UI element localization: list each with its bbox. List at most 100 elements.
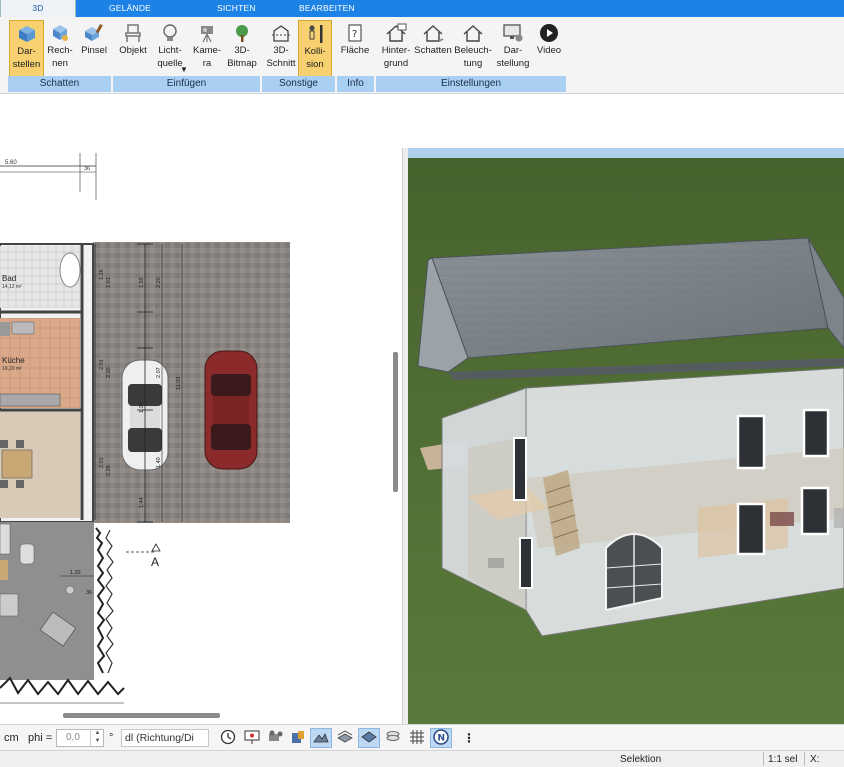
kamera-button[interactable]: Kame- ra bbox=[190, 20, 224, 78]
plane-view-button[interactable] bbox=[358, 728, 380, 748]
paint-bucket-icon bbox=[290, 729, 306, 748]
group-einstellungen: Einstellungen bbox=[376, 76, 567, 92]
area-info-icon: ? bbox=[343, 22, 367, 44]
lichtquelle-label: Licht- quelle bbox=[157, 45, 183, 69]
3d-view[interactable] bbox=[408, 148, 844, 724]
tab-sichten[interactable]: SICHTEN bbox=[217, 0, 256, 17]
camera-move-icon bbox=[268, 729, 284, 748]
lichtquelle-button[interactable]: Licht- quelle ▼ bbox=[152, 20, 188, 78]
hintergrund-button[interactable]: Hinter- grund bbox=[378, 20, 414, 78]
darstellen-label: Dar- stellen bbox=[12, 46, 41, 70]
schatten-button[interactable]: Schatten bbox=[414, 20, 452, 78]
group-info: Info bbox=[337, 76, 375, 92]
pinsel-label: Pinsel bbox=[81, 45, 107, 56]
stepper-down-icon[interactable]: ▼ bbox=[91, 737, 104, 745]
front-window-upper-1 bbox=[736, 414, 766, 470]
camera-move-button[interactable] bbox=[265, 728, 287, 748]
terrain-view-button[interactable] bbox=[310, 728, 332, 748]
dim-3: 2.01 bbox=[99, 359, 105, 370]
phi-stepper[interactable]: ▲ ▼ bbox=[90, 729, 104, 747]
stack-icon bbox=[385, 729, 401, 748]
flaeche-button[interactable]: ? Fläche bbox=[337, 20, 373, 78]
dim-4: 2.26 bbox=[106, 367, 112, 378]
layers-button[interactable] bbox=[334, 728, 356, 748]
floor-plan-view[interactable]: 5.60 36 Bad 14,12 m² Küche 19,20 m² 1.26… bbox=[0, 148, 404, 724]
plan-horizontal-scrollbar[interactable] bbox=[63, 713, 220, 718]
room-bad-area: 14,12 m² bbox=[2, 284, 22, 290]
dim-10: 2.20 bbox=[156, 277, 162, 288]
front-door bbox=[605, 532, 663, 612]
monitor-settings-icon bbox=[501, 22, 525, 44]
house-shadow-icon bbox=[421, 22, 445, 44]
phi-label: phi = bbox=[28, 732, 53, 744]
kamera-label: Kame- ra bbox=[193, 45, 221, 69]
dim-6: 2.26 bbox=[106, 465, 112, 476]
stack-button[interactable] bbox=[382, 728, 404, 748]
video-label: Video bbox=[536, 45, 562, 56]
front-window-lower-1 bbox=[736, 502, 766, 556]
north-button[interactable]: N bbox=[430, 728, 452, 748]
house-light-icon bbox=[461, 22, 485, 44]
dim-13: 1.44 bbox=[139, 497, 145, 508]
presentation-icon bbox=[244, 729, 260, 748]
objekt-label: Objekt bbox=[119, 45, 147, 56]
plan-vertical-scrollbar[interactable] bbox=[393, 352, 398, 492]
front-window-lower-2 bbox=[800, 486, 830, 536]
dim-2: 1.01 bbox=[106, 277, 112, 288]
stepper-up-icon[interactable]: ▲ bbox=[91, 729, 104, 737]
tab-gelaende[interactable]: GELÄNDE bbox=[109, 0, 151, 17]
tab-3d[interactable]: 3D bbox=[0, 0, 76, 17]
status-scale: 1:1 sel bbox=[768, 754, 798, 765]
car-red bbox=[204, 350, 258, 470]
layers-icon bbox=[337, 729, 353, 748]
unit-label: cm bbox=[4, 732, 19, 744]
cube-calc-icon bbox=[48, 22, 72, 44]
person-wall-icon bbox=[303, 23, 327, 45]
3d-scene[interactable] bbox=[408, 148, 844, 724]
bulb-icon bbox=[158, 22, 182, 44]
dim-12: 1.24 bbox=[139, 402, 145, 413]
section-cut-icon bbox=[269, 22, 293, 44]
section-marker-triangle[interactable] bbox=[151, 543, 161, 552]
dim-1: 1.26 bbox=[99, 269, 105, 280]
more-options-button[interactable]: ⋮ bbox=[458, 728, 480, 748]
ribbon: Dar- stellen Rech- nen Pinsel Objekt Lic… bbox=[0, 17, 844, 94]
play-icon bbox=[537, 22, 561, 44]
monitor-button[interactable] bbox=[241, 728, 263, 748]
kollision-button[interactable]: Kolli- sion bbox=[298, 20, 332, 78]
chair-icon bbox=[121, 22, 145, 44]
status-divider-2 bbox=[804, 752, 805, 766]
rechnen-button[interactable]: Rech- nen bbox=[44, 20, 76, 78]
clock-icon bbox=[220, 729, 236, 748]
beleuchtung-button[interactable]: Beleuch- tung bbox=[453, 20, 493, 78]
direction-value: dl (Richtung/Di bbox=[125, 732, 194, 744]
tab-bearbeiten[interactable]: BEARBEITEN bbox=[299, 0, 355, 17]
dropdown-arrow-icon[interactable]: ▼ bbox=[180, 63, 188, 76]
grid-button[interactable] bbox=[406, 728, 428, 748]
camera-icon bbox=[195, 22, 219, 44]
dim-8: 36 bbox=[86, 590, 92, 596]
side-window-upper bbox=[513, 437, 527, 501]
objekt-button[interactable]: Objekt bbox=[116, 20, 150, 78]
direction-select[interactable]: dl (Richtung/Di bbox=[121, 729, 209, 747]
room-kueche-label: Küche bbox=[2, 356, 25, 365]
dim-14: 1.40 bbox=[156, 457, 162, 468]
bitmap-button[interactable]: 3D- Bitmap bbox=[224, 20, 260, 78]
room-bad-label: Bad bbox=[2, 274, 16, 283]
schnitt-label: 3D- Schnitt bbox=[266, 45, 296, 69]
pinsel-button[interactable]: Pinsel bbox=[78, 20, 110, 78]
bathtub bbox=[59, 252, 81, 288]
rechnen-label: Rech- nen bbox=[47, 45, 73, 69]
status-divider bbox=[763, 752, 764, 766]
video-button[interactable]: Video bbox=[533, 20, 565, 78]
flaeche-label: Fläche bbox=[340, 45, 370, 56]
darstellen-button[interactable]: Dar- stellen bbox=[9, 20, 44, 78]
material-button[interactable] bbox=[287, 728, 309, 748]
schnitt-button[interactable]: 3D- Schnitt bbox=[264, 20, 298, 78]
floor-plan-canvas[interactable]: 5.60 36 Bad 14,12 m² Küche 19,20 m² 1.26… bbox=[0, 148, 404, 724]
clock-button[interactable] bbox=[217, 728, 239, 748]
terrain-icon bbox=[313, 729, 329, 748]
darstellung-button[interactable]: Dar- stellung bbox=[494, 20, 532, 78]
dim-11: 11.03 bbox=[176, 377, 182, 390]
tree-icon bbox=[230, 22, 254, 44]
